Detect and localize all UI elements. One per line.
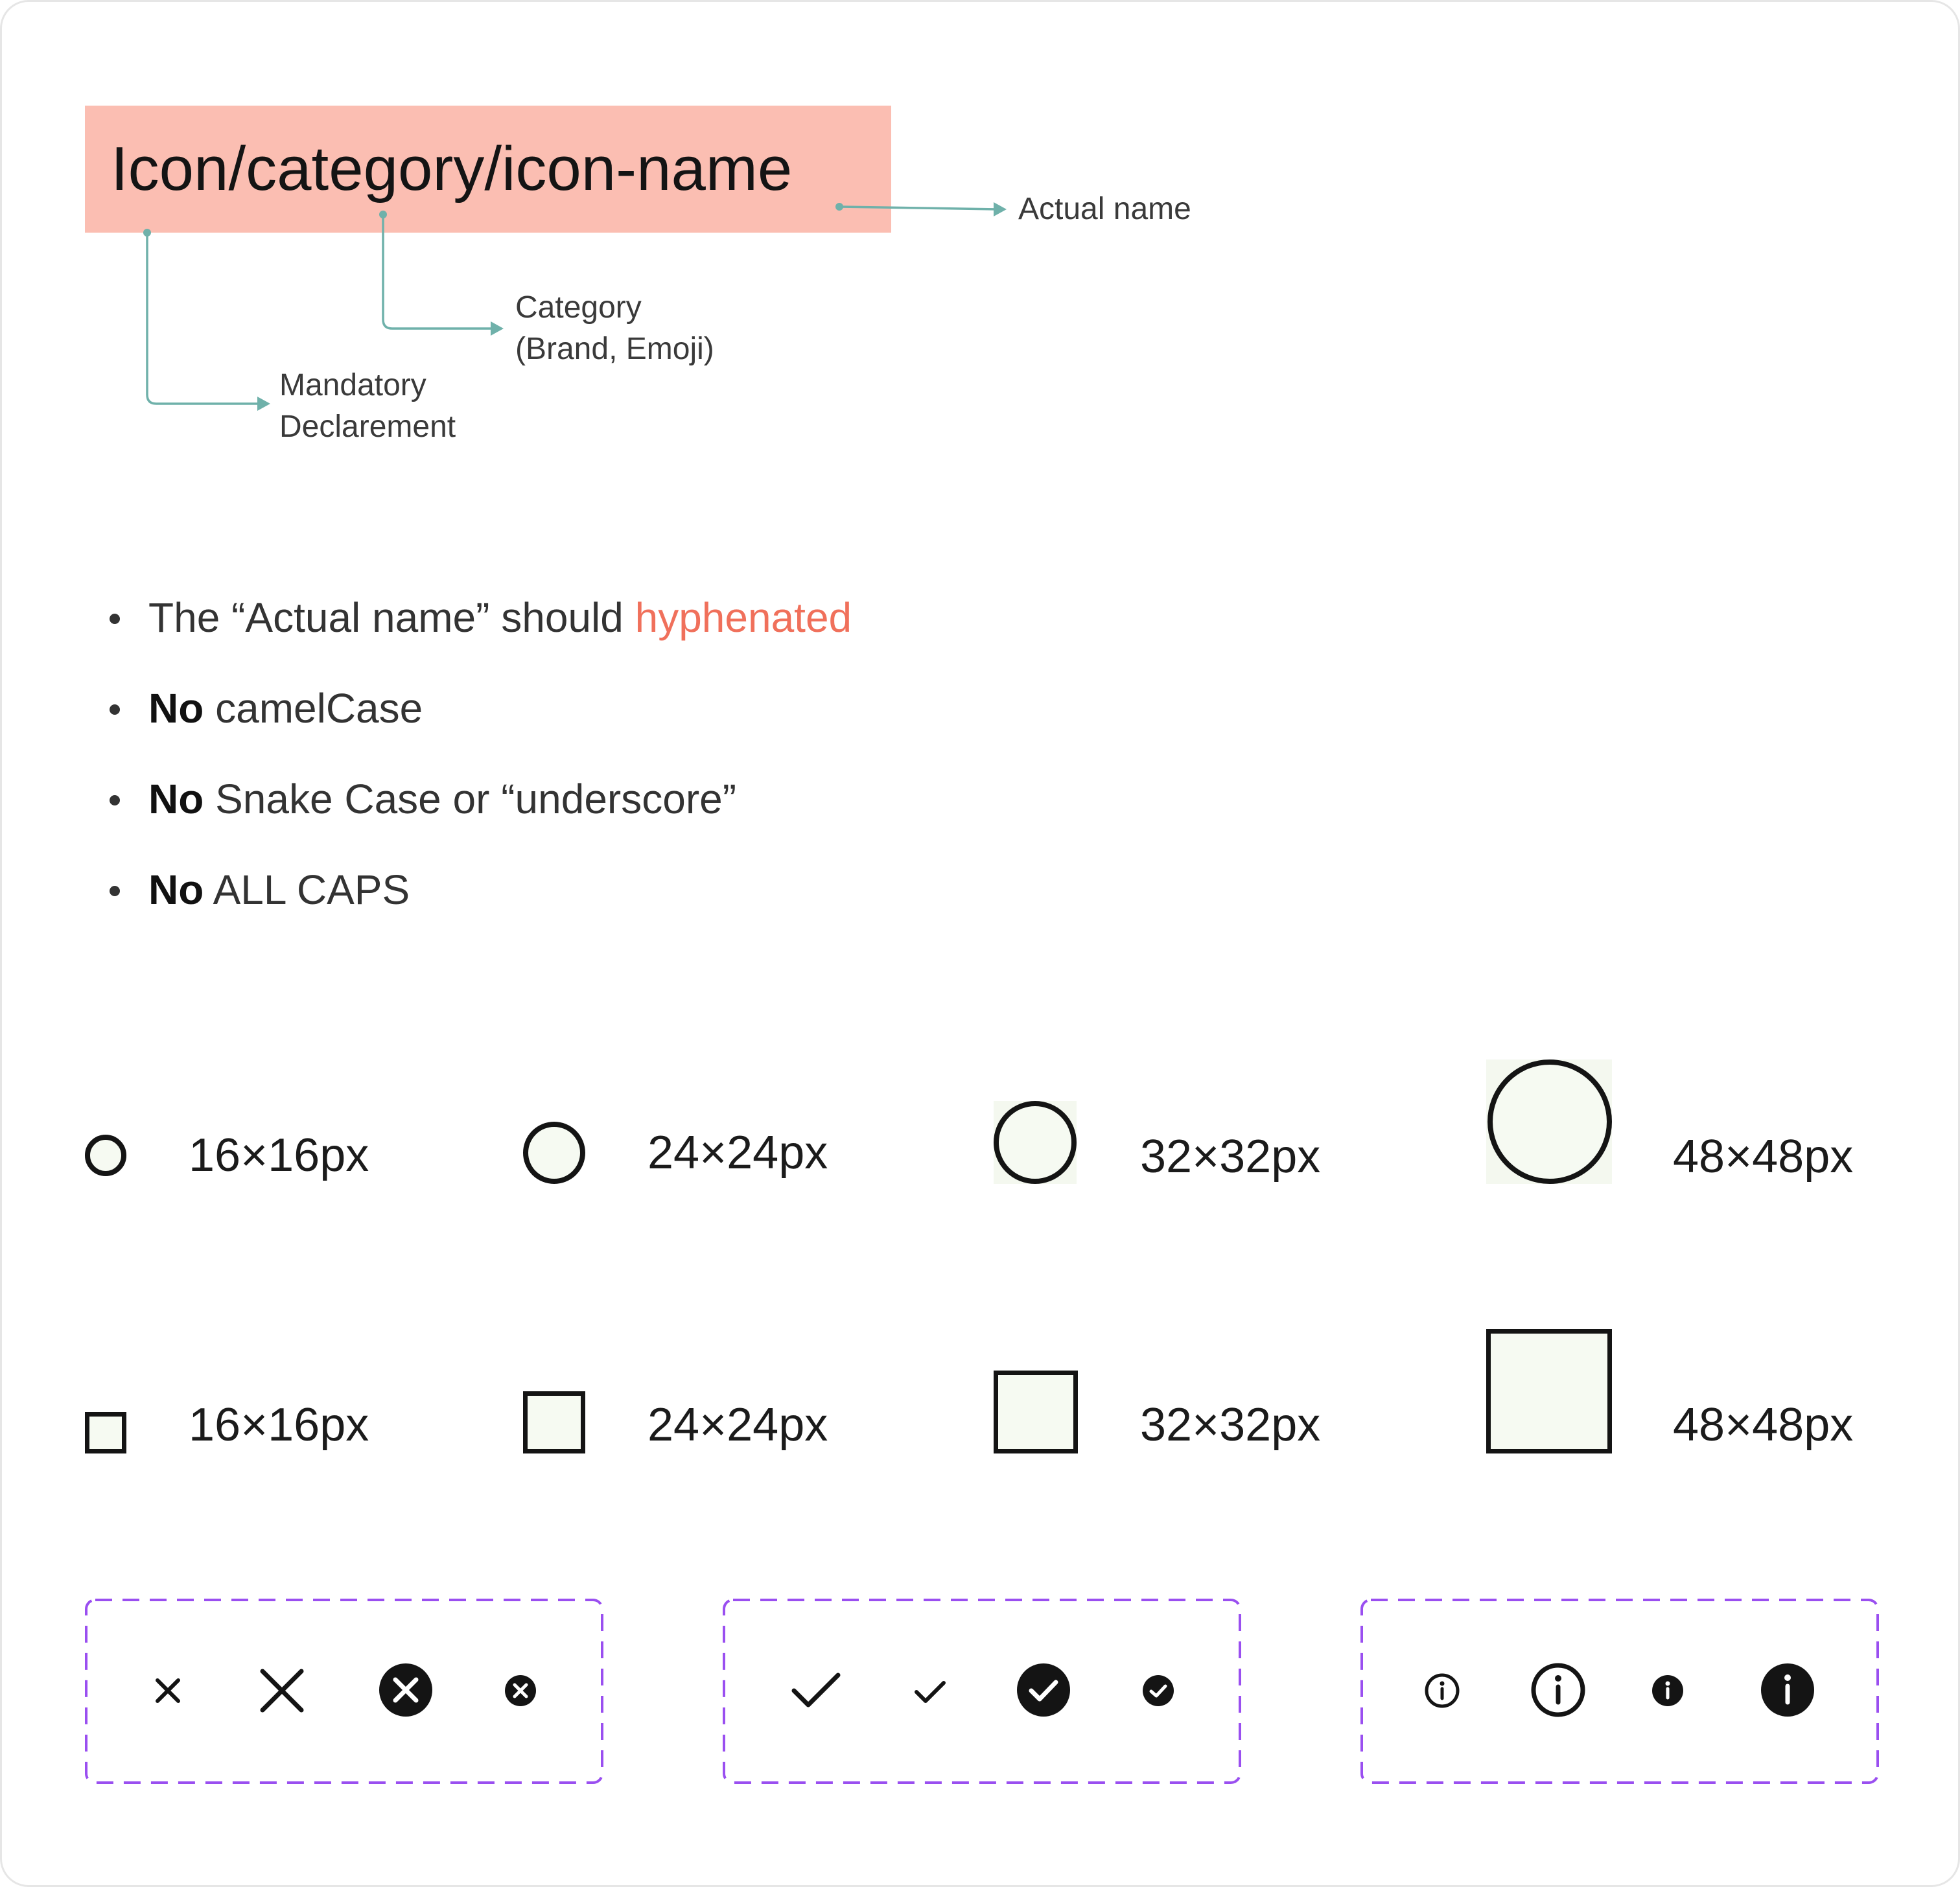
annotation-category-line2: (Brand, Emoji): [515, 332, 714, 366]
info-icon-group: [1360, 1599, 1879, 1784]
info-outline-large-icon[interactable]: [1530, 1662, 1586, 1718]
actual-name-connector: [839, 205, 1001, 211]
check-large-icon[interactable]: [790, 1671, 842, 1710]
rule-prefix: No: [148, 685, 204, 732]
circle-16-label: 16×16px: [189, 1129, 369, 1181]
square-16-label: 16×16px: [189, 1399, 369, 1451]
bullet-icon: [110, 614, 120, 624]
circle-32-label: 32×32px: [1140, 1131, 1321, 1183]
check-circle-filled-small-icon[interactable]: [1141, 1674, 1175, 1708]
annotation-mandatory-line2: Declarement: [279, 410, 456, 444]
square-32-icon: [994, 1371, 1078, 1453]
info-filled-small-icon[interactable]: [1651, 1674, 1685, 1708]
circle-24-label: 24×24px: [648, 1127, 828, 1179]
actual-name-connector-start: [835, 203, 843, 211]
square-24-label: 24×24px: [648, 1399, 828, 1451]
mandatory-arrowhead: [257, 397, 270, 411]
rule-item: No ALL CAPS: [106, 857, 852, 948]
square-16-icon: [85, 1412, 126, 1453]
close-large-icon[interactable]: [257, 1666, 307, 1715]
canvas-card: Icon/category/icon-name Actual name Cate…: [0, 0, 1960, 1887]
bullet-icon: [110, 795, 120, 805]
close-circle-filled-large-icon[interactable]: [378, 1662, 434, 1718]
category-connector: [382, 214, 495, 330]
square-48-icon: [1486, 1329, 1612, 1453]
circle-32-icon: [994, 1101, 1077, 1184]
naming-rules-list: The “Actual name” should hyphenated No c…: [106, 585, 852, 948]
circle-48-icon: [1488, 1059, 1612, 1184]
circle-24-icon: [523, 1122, 585, 1184]
rule-highlight: hyphenated: [635, 594, 852, 641]
check-circle-filled-large-icon[interactable]: [1016, 1662, 1071, 1718]
rule-text: ALL CAPS: [204, 866, 410, 913]
check-small-icon[interactable]: [913, 1679, 947, 1705]
annotation-actual-name: Actual name: [1018, 192, 1191, 226]
annotation-mandatory-line1: Mandatory: [279, 368, 426, 402]
circle-48-label: 48×48px: [1673, 1131, 1854, 1183]
info-filled-large-icon[interactable]: [1760, 1662, 1815, 1718]
category-connector-start: [379, 211, 387, 218]
circle-16-icon: [85, 1135, 126, 1176]
rule-text: The “Actual name” should: [148, 594, 635, 641]
close-small-icon[interactable]: [152, 1675, 183, 1706]
mandatory-connector: [146, 233, 261, 405]
rule-prefix: No: [148, 866, 204, 913]
category-arrowhead: [491, 321, 504, 336]
square-48-label: 48×48px: [1673, 1399, 1854, 1451]
rule-item: No Snake Case or “underscore”: [106, 767, 852, 857]
rule-item: The “Actual name” should hyphenated: [106, 585, 852, 676]
info-outline-small-icon[interactable]: [1424, 1673, 1460, 1709]
close-circle-filled-small-icon[interactable]: [504, 1674, 537, 1708]
check-icon-group: [723, 1599, 1241, 1784]
actual-name-arrowhead: [994, 202, 1007, 216]
annotation-category-line1: Category: [515, 290, 642, 325]
rule-item: No camelCase: [106, 676, 852, 767]
bullet-icon: [110, 704, 120, 715]
square-24-icon: [523, 1391, 585, 1453]
close-icon-group: [85, 1599, 603, 1784]
square-32-label: 32×32px: [1140, 1399, 1321, 1451]
rule-prefix: No: [148, 776, 204, 822]
rule-text: camelCase: [204, 685, 423, 732]
bullet-icon: [110, 886, 120, 896]
mandatory-connector-start: [143, 229, 151, 237]
rule-text: Snake Case or “underscore”: [204, 776, 737, 822]
